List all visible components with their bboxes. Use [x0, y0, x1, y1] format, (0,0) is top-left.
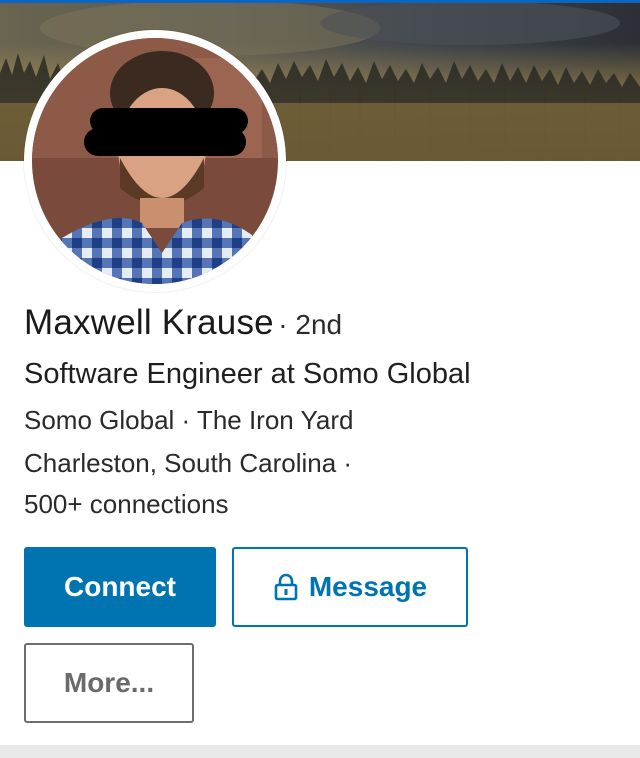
message-button[interactable]: Message	[232, 547, 468, 627]
profile-card: Maxwell Krause · 2nd Software Engineer a…	[0, 0, 640, 745]
connect-button[interactable]: Connect	[24, 547, 216, 627]
profile-photo	[32, 38, 278, 284]
connection-degree: · 2nd	[278, 309, 343, 340]
lock-icon	[273, 572, 299, 602]
more-button[interactable]: More...	[24, 643, 194, 723]
profile-companies: Somo Global · The Iron Yard	[24, 405, 354, 435]
profile-connections[interactable]: 500+ connections	[24, 489, 229, 520]
profile-location: Charleston, South Carolina ·	[24, 448, 353, 478]
avatar[interactable]	[24, 30, 286, 292]
profile-name: Maxwell Krause	[24, 303, 274, 342]
connect-button-label: Connect	[64, 571, 176, 602]
more-button-label: More...	[63, 667, 155, 698]
name-line: Maxwell Krause · 2nd	[24, 303, 342, 351]
message-button-label: Message	[308, 571, 428, 602]
profile-headline: Software Engineer at Somo Global	[24, 358, 471, 390]
bottom-divider	[0, 745, 640, 758]
